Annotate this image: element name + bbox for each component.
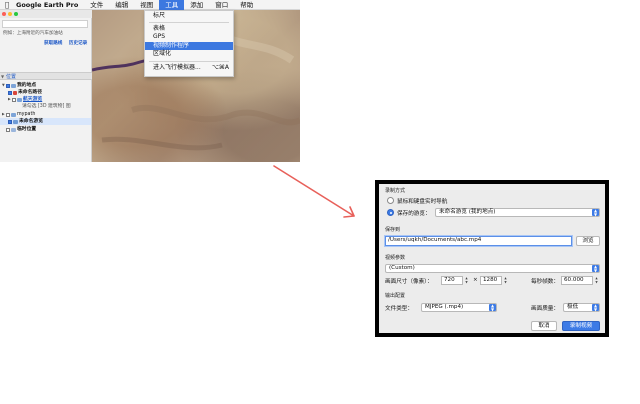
cancel-button[interactable]: 取消	[531, 321, 557, 331]
folder-icon	[11, 83, 16, 88]
browse-button[interactable]: 浏览	[576, 236, 600, 246]
menu-item-table[interactable]: 表格	[145, 25, 233, 33]
places-header[interactable]: ▼ 位置	[0, 72, 92, 80]
menu-app-name[interactable]: Google Earth Pro	[14, 0, 84, 10]
folder-icon	[11, 112, 16, 117]
quality-label: 画面质量：	[531, 306, 559, 312]
menu-file[interactable]: 文件	[84, 0, 109, 10]
get-directions-link[interactable]: 获取路线	[44, 41, 62, 46]
menu-add[interactable]: 添加	[184, 0, 209, 10]
close-window-icon[interactable]	[2, 12, 6, 16]
checkbox[interactable]	[6, 112, 10, 117]
checkbox[interactable]	[6, 127, 10, 132]
menu-separator	[149, 22, 229, 23]
menu-item-label: 进入飞行模拟器...	[153, 64, 201, 71]
menu-item-flight-simulator[interactable]: 进入飞行模拟器... ⌥⌘A	[145, 64, 233, 72]
width-stepper[interactable]: ▲ ▼	[464, 276, 469, 285]
menu-window[interactable]: 窗口	[209, 0, 234, 10]
times-sign: ×	[473, 277, 478, 283]
frame-height-input[interactable]: 1280	[480, 276, 502, 285]
path-icon	[13, 90, 17, 95]
checkbox[interactable]	[8, 119, 12, 124]
frame-size-label: 画面尺寸（像素）：	[385, 279, 433, 285]
height-stepper[interactable]: ▲ ▼	[503, 276, 508, 285]
quality-select[interactable]: 极低 ▲ ▼	[563, 303, 600, 312]
tree-item-label: 未命名路径	[18, 90, 42, 95]
tree-item-mypath[interactable]: ▶ mypath	[2, 111, 35, 118]
saved-tour-label: 保存的游览：	[397, 211, 431, 217]
radio-live-navigation[interactable]	[387, 197, 394, 204]
file-type-select[interactable]: MJPEG (.mp4) ▲ ▼	[421, 303, 497, 312]
collapse-triangle-icon[interactable]: ▼	[1, 73, 4, 81]
menu-item-regionate[interactable]: 区域化	[145, 50, 233, 58]
apple-icon[interactable]: 	[0, 1, 14, 9]
chevron-updown-icon: ▲ ▼	[592, 208, 599, 217]
fps-label: 每秒帧数：	[531, 279, 559, 285]
menu-view[interactable]: 视图	[134, 0, 159, 10]
menu-tools[interactable]: 工具	[159, 0, 185, 10]
tree-item-untitled-path[interactable]: 未命名路径	[8, 89, 42, 96]
checkbox[interactable]	[6, 83, 10, 88]
tree-item-untitled-tour[interactable]: 未命名游览	[0, 118, 91, 125]
frame-width-input[interactable]: 720	[441, 276, 463, 285]
menu-separator	[149, 61, 229, 62]
shortcut-label: ⌥⌘A	[211, 64, 229, 71]
tree-item-label: 未命名游览	[19, 119, 43, 124]
menu-edit[interactable]: 编辑	[109, 0, 134, 10]
tree-item-label: 我的地点	[17, 83, 37, 88]
tree-item-sightseeing[interactable]: ▶ 航天游览	[8, 96, 42, 103]
tree-item-label: 航天游览	[23, 97, 43, 102]
zoom-window-icon[interactable]	[14, 12, 18, 16]
tools-dropdown-menu: 标尺 表格 GPS 视频制作程序 区域化 进入飞行模拟器... ⌥⌘A	[144, 10, 234, 77]
menu-item-movie-maker[interactable]: 视频制作程序	[145, 42, 233, 50]
record-video-button[interactable]: 录制视频	[562, 321, 600, 331]
red-arrow-icon	[273, 165, 355, 218]
tour-icon	[13, 119, 18, 124]
google-earth-screenshot:  Google Earth Pro 文件 编辑 视图 工具 添加 窗口 帮助 …	[0, 0, 300, 162]
tree-item-label: 请勾选 [3D 建筑物] 图	[22, 104, 71, 109]
record-mode-label: 录制方式	[385, 188, 406, 194]
checkbox[interactable]	[8, 90, 12, 95]
search-input[interactable]	[2, 20, 88, 28]
menu-help[interactable]: 帮助	[234, 0, 259, 10]
chevron-updown-icon: ▲ ▼	[489, 303, 496, 312]
video-params-label: 视频参数	[385, 255, 406, 261]
tree-item-my-places[interactable]: ▼ 我的地点	[2, 82, 36, 89]
menu-item-gps[interactable]: GPS	[145, 33, 233, 41]
minimize-window-icon[interactable]	[8, 12, 12, 16]
fps-stepper[interactable]: ▲ ▼	[594, 276, 599, 285]
fps-input[interactable]: 60.000	[561, 276, 593, 285]
save-path-input[interactable]: /Users/uqkh/Documents/abc.mp4	[385, 236, 572, 246]
search-links: 获取路线 历史记录	[44, 40, 92, 46]
tree-item-label: mypath	[17, 112, 36, 117]
folder-icon	[11, 127, 16, 132]
output-config-label: 输出配置	[385, 293, 406, 299]
menu-item-ruler[interactable]: 标尺	[145, 12, 233, 20]
checkbox[interactable]	[12, 97, 16, 102]
preset-value: (Custom)	[389, 265, 415, 271]
search-hint: 例如：上海附近的汽车加油站	[3, 31, 63, 36]
window-titlebar	[0, 10, 92, 18]
file-type-label: 文件类型：	[385, 306, 413, 312]
chevron-updown-icon: ▲ ▼	[592, 303, 599, 312]
save-to-label: 保存到	[385, 227, 401, 233]
history-link[interactable]: 历史记录	[69, 41, 87, 46]
saved-tour-value: 未命名游览 (我的地点)	[439, 209, 496, 215]
live-navigation-label: 鼠标和键盘实时导航	[397, 199, 448, 205]
folder-icon	[17, 97, 22, 102]
quality-value: 极低	[567, 304, 579, 310]
tree-item-temporary-places[interactable]: 临时位置	[2, 126, 36, 133]
saved-tour-select[interactable]: 未命名游览 (我的地点) ▲ ▼	[435, 208, 600, 217]
places-header-label: 位置	[6, 74, 17, 80]
tree-item-hint: 请勾选 [3D 建筑物] 图	[22, 103, 71, 110]
movie-maker-dialog: 录制方式 鼠标和键盘实时导航 保存的游览： 未命名游览 (我的地点) ▲ ▼ 保存…	[375, 180, 609, 337]
preset-select[interactable]: (Custom) ▲ ▼	[385, 264, 600, 273]
radio-saved-tour[interactable]	[387, 209, 394, 216]
tree-item-label: 临时位置	[17, 127, 37, 132]
chevron-updown-icon: ▲ ▼	[592, 264, 599, 273]
sidebar-panel: 例如：上海附近的汽车加油站 获取路线 历史记录 ▼ 位置 ▼ 我的地点 未命名路径…	[0, 18, 92, 162]
dialog-body: 录制方式 鼠标和键盘实时导航 保存的游览： 未命名游览 (我的地点) ▲ ▼ 保存…	[379, 184, 605, 333]
mac-menubar:  Google Earth Pro 文件 编辑 视图 工具 添加 窗口 帮助	[0, 0, 300, 10]
file-type-value: MJPEG (.mp4)	[425, 304, 464, 310]
